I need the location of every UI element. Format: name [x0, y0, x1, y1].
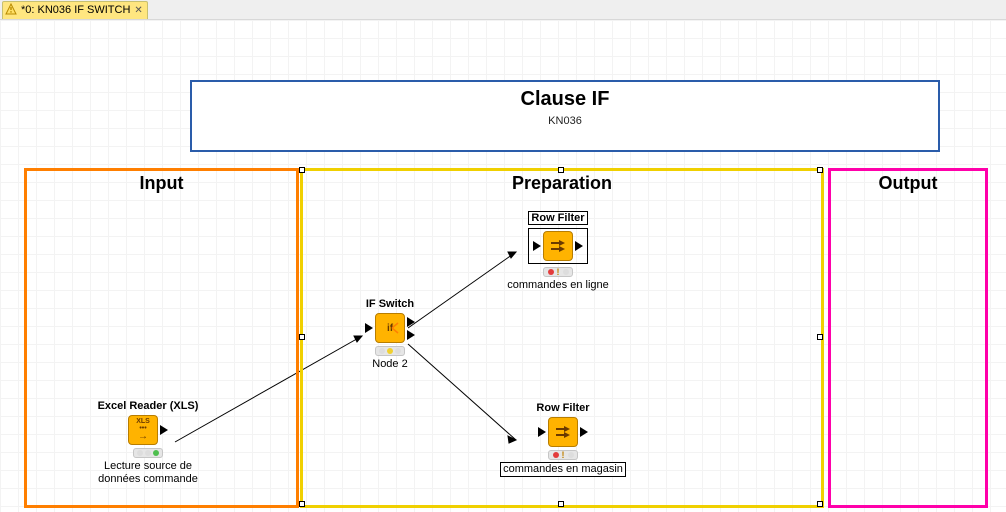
input-port[interactable]	[538, 427, 546, 437]
selection-handle[interactable]	[817, 334, 823, 340]
workflow-canvas[interactable]: Clause IF KN036 Input Preparation Output…	[0, 20, 1006, 512]
node-caption: Lecture source de données commande	[78, 460, 218, 486]
node-if-switch[interactable]: IF Switch if Node 2	[340, 298, 440, 371]
close-tab-icon[interactable]: ✕	[134, 5, 142, 16]
workflow-title-annotation[interactable]: Clause IF KN036	[190, 80, 940, 152]
row-filter-icon	[543, 231, 573, 261]
warning-triangle-icon	[5, 3, 17, 18]
node-title: IF Switch	[340, 298, 440, 310]
warning-icon: !	[562, 450, 565, 460]
node-caption: Node 2	[340, 358, 440, 371]
node-title: Excel Reader (XLS)	[78, 400, 218, 412]
workflow-title: Clause IF	[192, 88, 938, 111]
selection-handle[interactable]	[558, 167, 564, 173]
input-port[interactable]	[365, 323, 373, 333]
if-switch-icon: if	[375, 313, 405, 343]
node-status	[375, 346, 405, 356]
node-icon-text: XLS	[136, 418, 150, 425]
node-caption: commandes en ligne	[498, 279, 618, 292]
group-label-output: Output	[831, 173, 985, 194]
warning-icon: !	[557, 267, 560, 277]
output-port-bottom[interactable]	[407, 330, 415, 340]
node-title: Row Filter	[528, 211, 587, 225]
selection-handle[interactable]	[299, 501, 305, 507]
group-label-preparation: Preparation	[303, 173, 821, 194]
output-port-top[interactable]	[407, 317, 415, 327]
output-port[interactable]	[575, 241, 583, 251]
selection-handle[interactable]	[817, 167, 823, 173]
selection-handle[interactable]	[299, 167, 305, 173]
excel-reader-icon: XLS ••• →	[128, 415, 158, 445]
node-status: !	[543, 267, 573, 277]
input-port[interactable]	[533, 241, 541, 251]
workflow-tab[interactable]: *0: KN036 IF SWITCH ✕	[2, 1, 148, 19]
output-port[interactable]	[580, 427, 588, 437]
node-row-filter-online[interactable]: Row Filter !	[498, 210, 618, 292]
node-status	[133, 448, 163, 458]
tab-label: *0: KN036 IF SWITCH	[21, 4, 130, 16]
row-filter-icon	[548, 417, 578, 447]
node-caption: commandes en magasin	[500, 462, 626, 477]
selection-handle[interactable]	[817, 501, 823, 507]
selection-handle[interactable]	[558, 501, 564, 507]
node-title: Row Filter	[498, 402, 628, 414]
node-row-filter-store[interactable]: Row Filter ! commandes en magasin	[498, 402, 628, 477]
node-excel-reader[interactable]: Excel Reader (XLS) XLS ••• → Lecture sou…	[78, 400, 218, 486]
output-port[interactable]	[160, 425, 168, 435]
node-status: !	[548, 450, 578, 460]
group-output[interactable]: Output	[828, 168, 988, 508]
group-label-input: Input	[27, 173, 296, 194]
tab-bar: *0: KN036 IF SWITCH ✕	[0, 0, 1006, 20]
selection-handle[interactable]	[299, 334, 305, 340]
workflow-subtitle: KN036	[192, 115, 938, 127]
